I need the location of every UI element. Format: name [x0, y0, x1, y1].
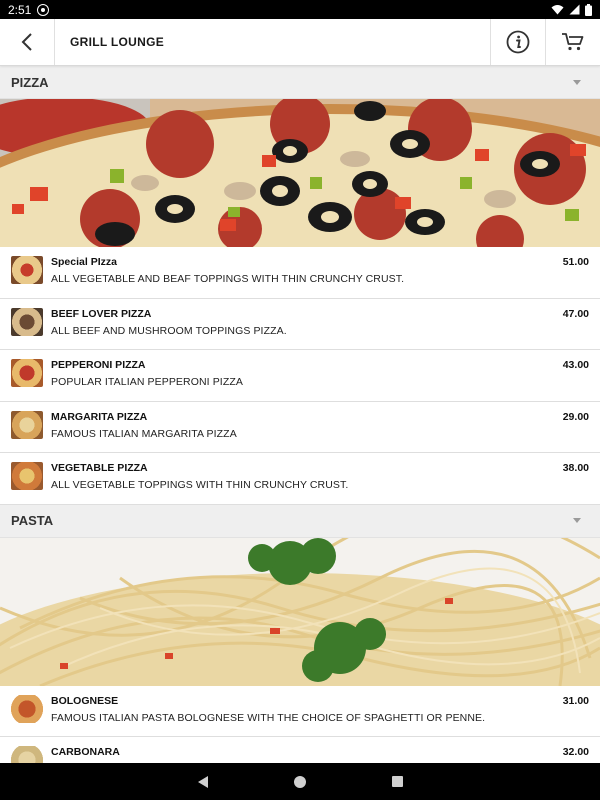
system-navigation-bar [0, 763, 600, 800]
item-name: MARGARITA PIZZA [51, 410, 148, 423]
item-description: POPULAR ITALIAN PEPPERONI PIZZA [51, 376, 243, 388]
caret-down-icon [573, 518, 581, 523]
menu-item[interactable]: CARBONARA 32.00 [0, 737, 600, 763]
item-description: FAMOUS ITALIAN PASTA BOLOGNESE WITH THE … [51, 711, 486, 724]
pizza-banner-image [0, 99, 600, 247]
section-header-pasta[interactable]: PASTA [0, 504, 600, 538]
item-price: 38.00 [562, 462, 589, 474]
item-description: ALL VEGETABLE AND BEAF TOPPINGS WITH THI… [51, 273, 405, 285]
back-button[interactable] [0, 19, 55, 65]
item-price: 47.00 [562, 307, 589, 320]
item-name: VEGETABLE PIZZA [51, 462, 148, 474]
item-name: CARBONARA [51, 746, 120, 758]
item-description: FAMOUS ITALIAN MARGARITA PIZZA [51, 427, 237, 440]
menu-item[interactable]: Special PIzza ALL VEGETABLE AND BEAF TOP… [0, 247, 600, 299]
menu-item[interactable]: BOLOGNESE FAMOUS ITALIAN PASTA BOLOGNESE… [0, 686, 600, 737]
menu-item[interactable]: BEEF LOVER PIZZA ALL BEEF AND MUSHROOM T… [0, 299, 600, 350]
caret-down-icon [573, 79, 581, 85]
item-description: ALL BEEF AND MUSHROOM TOPPINGS PIZZA. [51, 324, 287, 337]
wifi-icon [551, 5, 564, 15]
item-name: Special PIzza [51, 256, 117, 268]
item-thumbnail [11, 307, 43, 336]
item-thumbnail [11, 256, 43, 284]
sync-icon [37, 3, 50, 16]
item-name: BOLOGNESE [51, 694, 119, 707]
menu-item[interactable]: VEGETABLE PIZZA ALL VEGETABLE TOPPINGS W… [0, 453, 600, 505]
nav-home-icon[interactable] [293, 775, 306, 788]
menu-item[interactable]: MARGARITA PIZZA FAMOUS ITALIAN MARGARITA… [0, 402, 600, 453]
section-title: PIZZA [11, 74, 49, 90]
status-time: 2:51 [8, 2, 32, 17]
item-thumbnail [11, 694, 43, 723]
item-price: 31.00 [562, 694, 589, 707]
app-bar: GRILL LOUNGE [0, 19, 600, 66]
item-price: 29.00 [562, 410, 589, 423]
menu-content[interactable]: PIZZA Special PIzza ALL VEGETABLE AND BE… [0, 66, 600, 763]
item-thumbnail [11, 746, 43, 763]
item-price: 43.00 [562, 359, 589, 371]
section-header-pizza[interactable]: PIZZA [0, 66, 600, 99]
status-bar: 2:51 [0, 0, 600, 19]
info-button[interactable] [490, 19, 545, 65]
item-thumbnail [11, 462, 43, 490]
nav-recents-icon[interactable] [391, 776, 403, 787]
item-thumbnail [11, 410, 43, 439]
pasta-banner-image [0, 537, 600, 686]
back-arrow-icon [21, 33, 32, 51]
item-description: ALL VEGETABLE TOPPINGS WITH THIN CRUNCHY… [51, 479, 349, 491]
section-title: PASTA [11, 513, 54, 528]
item-thumbnail [11, 359, 43, 387]
item-name: PEPPERONI PIZZA [51, 359, 146, 371]
info-icon [506, 30, 530, 54]
signal-icon [569, 4, 580, 15]
item-name: BEEF LOVER PIZZA [51, 307, 152, 320]
menu-item[interactable]: PEPPERONI PIZZA POPULAR ITALIAN PEPPERON… [0, 350, 600, 402]
item-price: 32.00 [562, 746, 589, 758]
cart-icon [562, 33, 584, 51]
nav-back-icon[interactable] [197, 775, 208, 788]
cart-button[interactable] [545, 19, 600, 65]
item-price: 51.00 [562, 256, 589, 268]
page-title: GRILL LOUNGE [70, 35, 165, 49]
battery-icon [585, 3, 592, 16]
